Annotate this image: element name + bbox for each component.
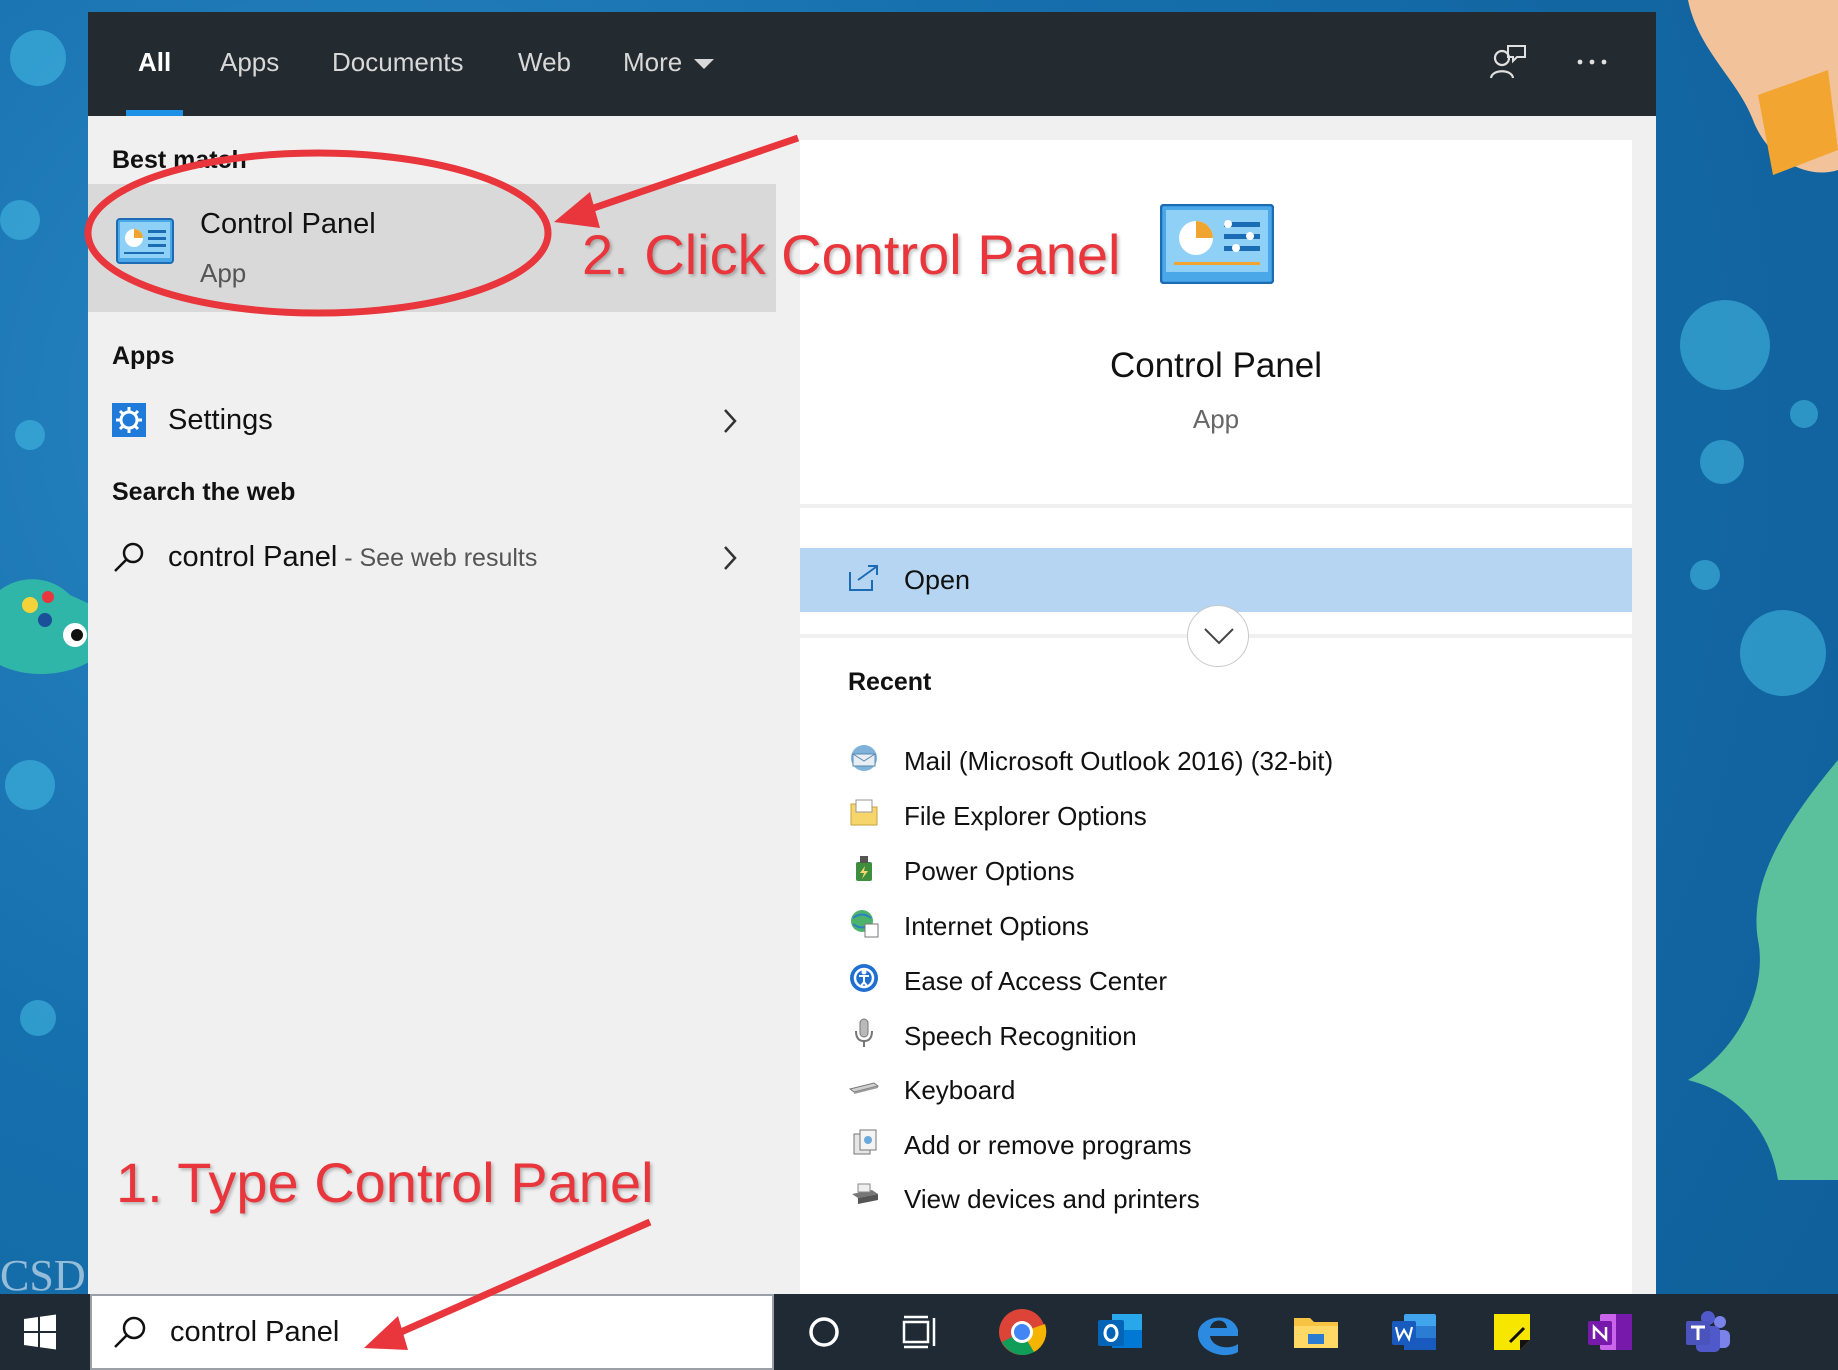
bubble-decoration <box>1790 400 1818 428</box>
bubble-decoration <box>5 760 55 810</box>
teams-icon[interactable] <box>1680 1304 1736 1360</box>
results-list: Best match Control Panel App Apps Settin… <box>88 116 776 1294</box>
chevron-right-icon[interactable] <box>720 543 740 573</box>
microphone-icon <box>855 1018 873 1047</box>
mail-icon <box>851 745 877 771</box>
search-web-heading: Search the web <box>112 478 296 506</box>
tab-web[interactable]: Web <box>518 12 571 116</box>
ease-of-access-icon <box>850 964 878 992</box>
app-result-settings[interactable]: Settings <box>88 386 776 456</box>
bubble-decoration <box>0 200 40 240</box>
best-match-heading: Best match <box>112 146 247 174</box>
recent-item-internet-options[interactable]: Internet Options <box>848 901 1588 953</box>
edge-icon[interactable] <box>1190 1304 1246 1360</box>
outlook-icon[interactable] <box>1092 1304 1148 1360</box>
tab-documents[interactable]: Documents <box>332 12 464 116</box>
app-preview-pane: Control Panel App Open Recent Mail (Micr… <box>800 140 1632 1294</box>
annotation-step-1: 1. Type Control Panel <box>116 1151 654 1214</box>
arm-illustration <box>1688 0 1838 175</box>
control-panel-large-icon <box>1160 204 1274 284</box>
mermaid-tail-illustration <box>1688 760 1838 1180</box>
bubble-decoration <box>1680 300 1770 390</box>
tab-apps[interactable]: Apps <box>220 12 279 116</box>
open-action[interactable]: Open <box>800 548 1632 612</box>
sticky-notes-icon[interactable] <box>1484 1304 1540 1360</box>
divider <box>800 504 1632 508</box>
bubble-decoration <box>20 1000 56 1036</box>
taskbar-search-box[interactable]: control Panel <box>90 1294 774 1370</box>
bubble-decoration <box>1690 560 1720 590</box>
open-label: Open <box>904 565 971 595</box>
chevron-right-icon[interactable] <box>720 406 740 436</box>
app-result-label: Settings <box>168 404 273 436</box>
folder-options-icon <box>850 799 878 826</box>
search-icon <box>114 1316 146 1348</box>
file-explorer-icon[interactable] <box>1288 1304 1344 1360</box>
bubble-decoration <box>15 420 45 450</box>
windows-logo-icon <box>24 1314 56 1350</box>
programs-icon <box>853 1129 877 1155</box>
open-external-icon <box>849 565 878 591</box>
web-result-label: control Panel - See web results <box>168 541 537 574</box>
tab-more[interactable]: More <box>623 12 715 116</box>
chrome-icon[interactable] <box>994 1304 1050 1360</box>
tab-more-label: More <box>623 47 683 77</box>
fish-illustration <box>0 579 92 675</box>
feedback-icon[interactable] <box>1488 42 1528 82</box>
recent-item-label: Add or remove programs <box>904 1130 1192 1160</box>
onenote-icon[interactable] <box>1582 1304 1638 1360</box>
annotation-step-2: 2. Click Control Panel <box>582 223 1121 286</box>
preview-title: Control Panel <box>1109 346 1323 385</box>
settings-gear-icon <box>112 403 146 437</box>
best-match-title: Control Panel <box>200 208 376 240</box>
tab-all[interactable]: All <box>125 12 184 116</box>
recent-item-label: Internet Options <box>904 911 1089 941</box>
search-icon <box>114 542 144 572</box>
printer-icon <box>852 1183 878 1204</box>
power-options-icon <box>856 856 872 881</box>
recent-item-label: Keyboard <box>904 1075 1016 1105</box>
web-result-suffix: - See web results <box>337 544 538 572</box>
web-result-query: control Panel <box>168 541 338 573</box>
recent-item-label: Power Options <box>904 856 1075 886</box>
keyboard-icon <box>848 1082 880 1094</box>
recent-item-file-explorer-options[interactable]: File Explorer Options <box>848 791 1588 843</box>
search-filter-bar: All Apps Documents Web More <box>88 12 1656 116</box>
task-view-icon[interactable] <box>892 1304 948 1360</box>
recent-item-speech-recognition[interactable]: Speech Recognition <box>848 1011 1588 1063</box>
recent-item-label: Speech Recognition <box>904 1021 1137 1051</box>
web-result-control-panel[interactable]: control Panel - See web results <box>88 523 776 593</box>
recent-item-ease-of-access[interactable]: Ease of Access Center <box>848 956 1588 1008</box>
recent-item-mail[interactable]: Mail (Microsoft Outlook 2016) (32-bit) <box>848 736 1588 788</box>
recent-item-label: View devices and printers <box>904 1184 1200 1214</box>
more-options-icon[interactable] <box>1572 42 1612 82</box>
internet-options-icon <box>851 910 879 938</box>
apps-heading: Apps <box>112 342 175 370</box>
recent-item-label: Mail (Microsoft Outlook 2016) (32-bit) <box>904 746 1334 776</box>
search-window: All Apps Documents Web More Best match C… <box>88 12 1656 1294</box>
recent-item-add-remove-programs[interactable]: Add or remove programs <box>848 1120 1588 1172</box>
recent-item-devices-printers[interactable]: View devices and printers <box>848 1174 1588 1226</box>
recent-heading: Recent <box>848 668 932 696</box>
control-panel-icon <box>116 218 174 264</box>
chevron-down-icon <box>1204 628 1234 645</box>
bubble-decoration <box>10 30 66 86</box>
recent-item-label: Ease of Access Center <box>904 966 1168 996</box>
recent-item-keyboard[interactable]: Keyboard <box>848 1065 1588 1117</box>
bubble-decoration <box>1740 610 1826 696</box>
caret-down-icon <box>694 59 715 70</box>
taskbar: control Panel <box>0 1294 1838 1370</box>
recent-item-power-options[interactable]: Power Options <box>848 846 1588 898</box>
word-icon[interactable] <box>1386 1304 1442 1360</box>
cortana-icon[interactable] <box>796 1304 852 1360</box>
best-match-subtitle: App <box>200 258 247 288</box>
windows-start-button[interactable] <box>0 1294 80 1370</box>
bubble-decoration <box>1700 440 1744 484</box>
recent-item-label: File Explorer Options <box>904 801 1147 831</box>
preview-subtitle: App <box>1192 404 1240 434</box>
expand-actions-button[interactable] <box>1187 605 1249 667</box>
taskbar-search-input[interactable]: control Panel <box>170 1316 339 1349</box>
